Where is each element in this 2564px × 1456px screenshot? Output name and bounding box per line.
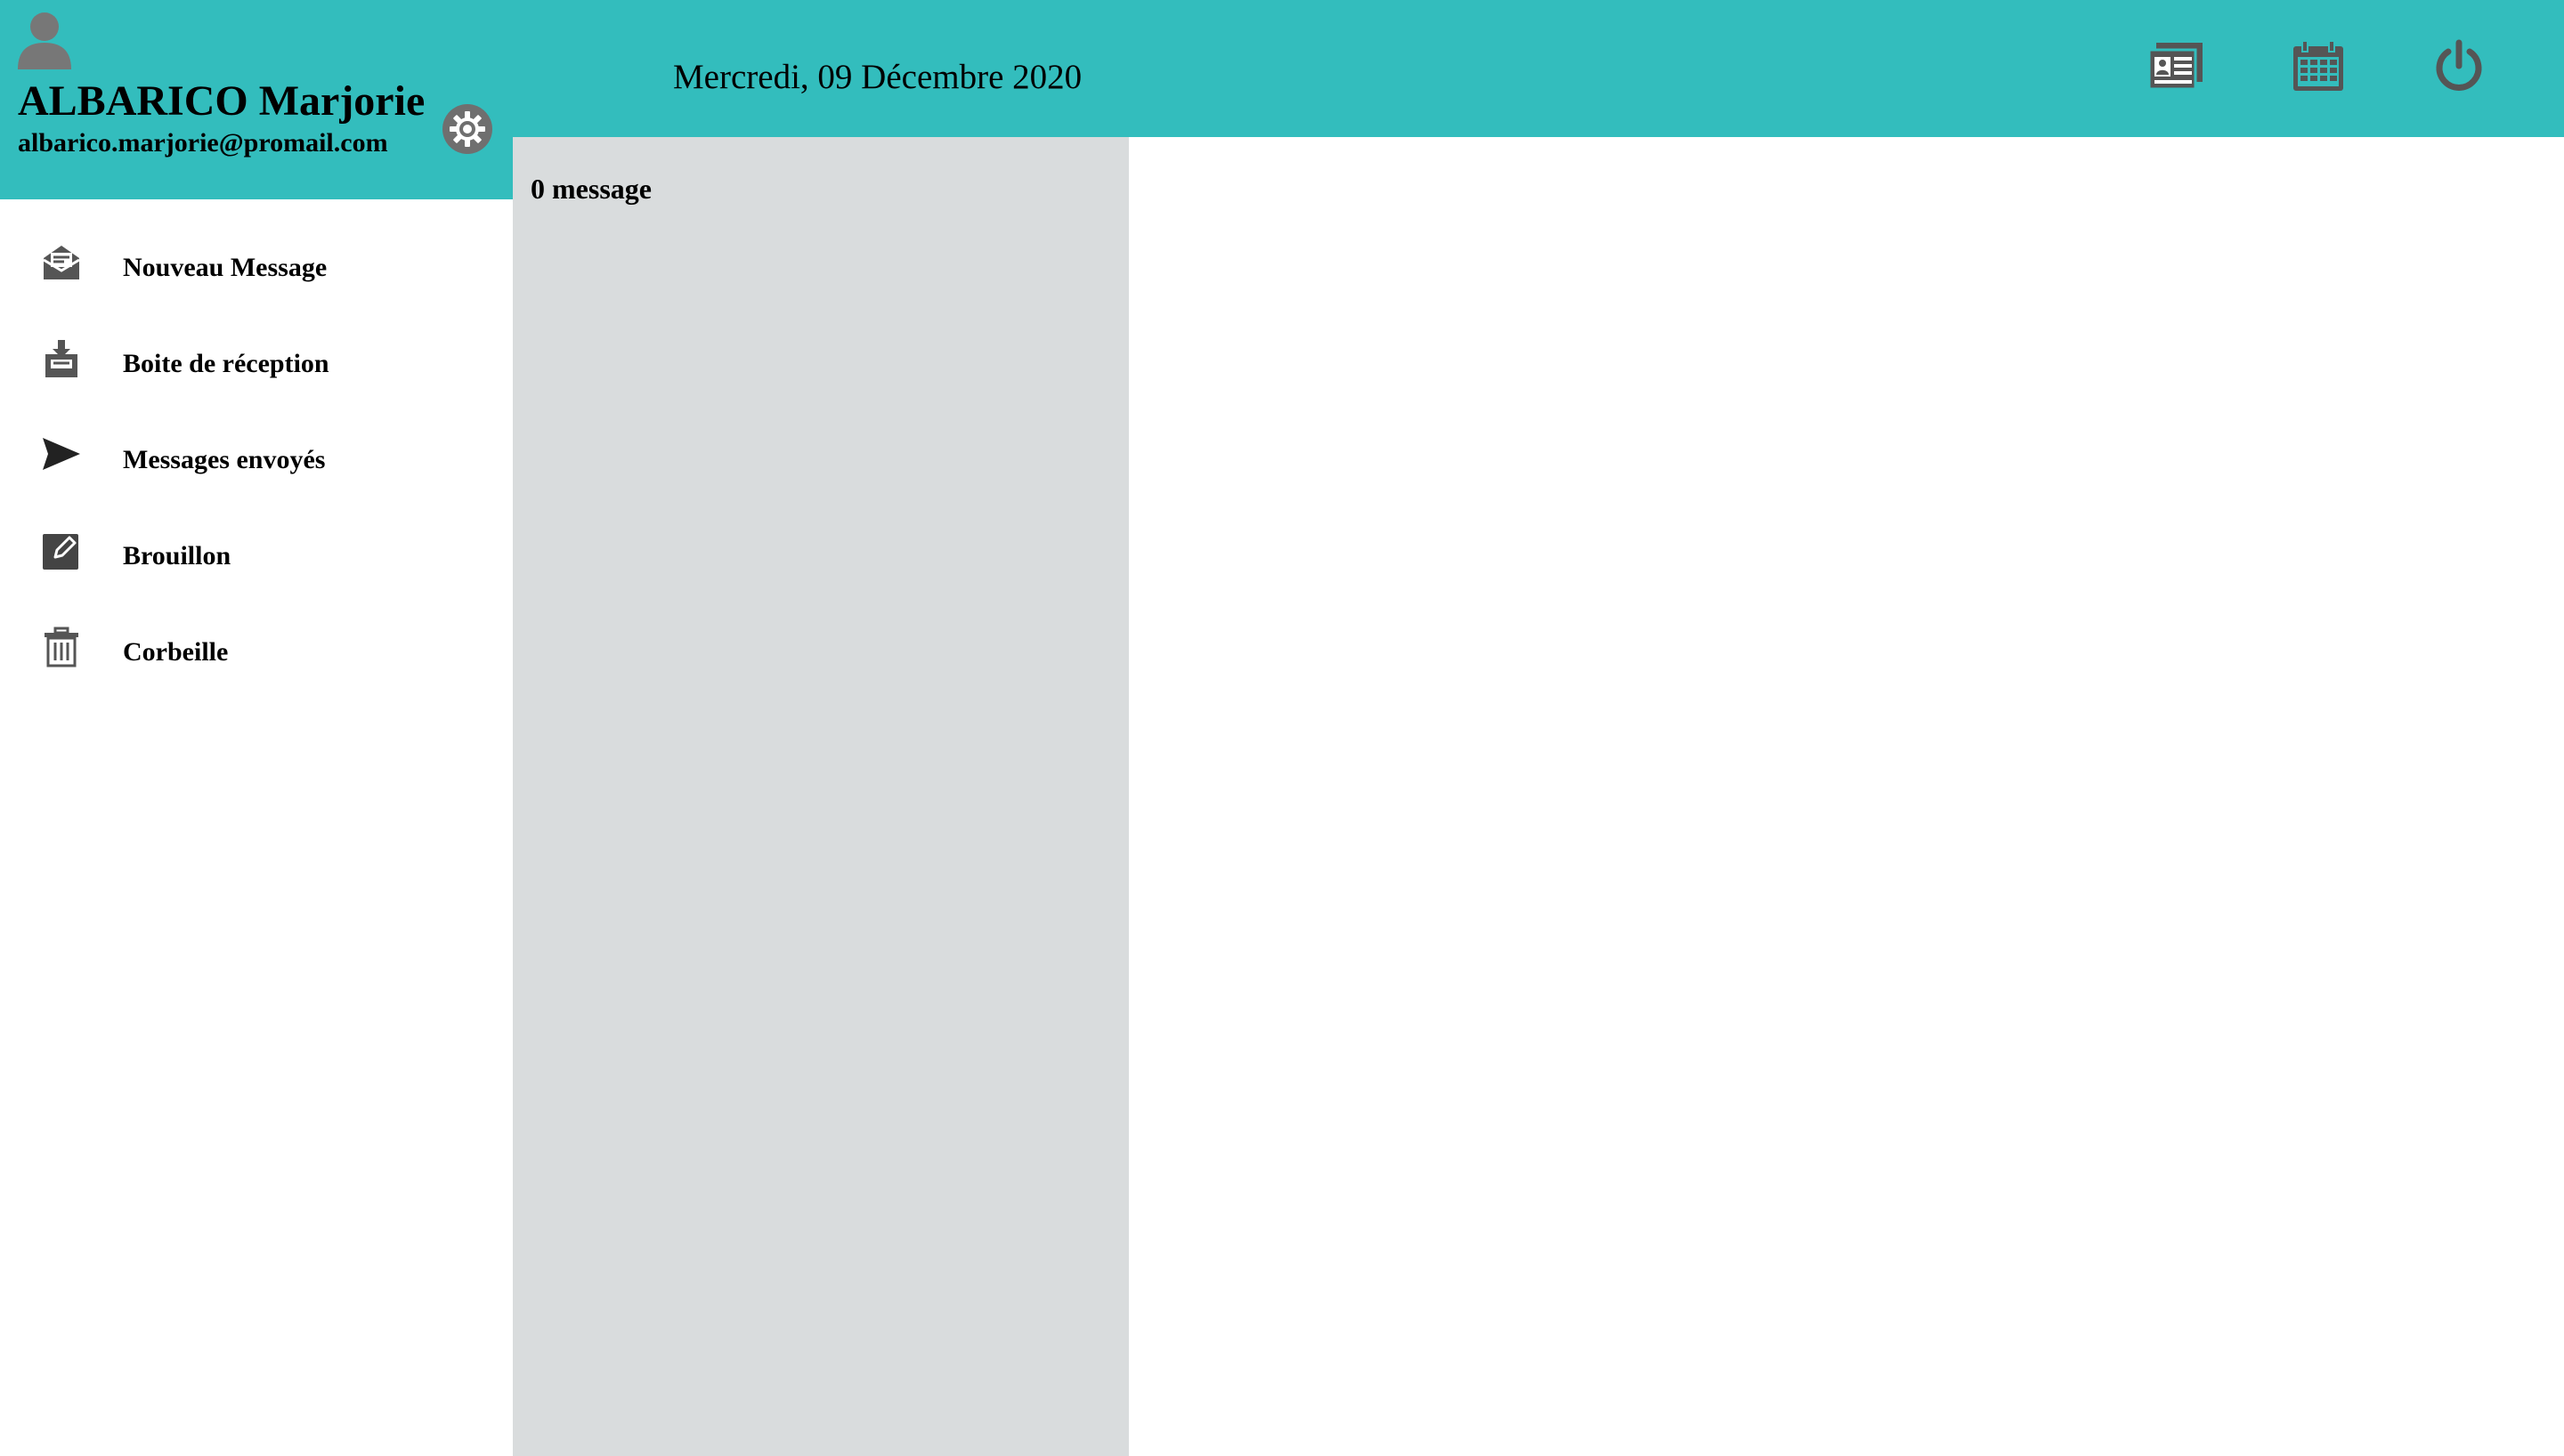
paper-plane-icon <box>43 438 80 470</box>
calendar-icon[interactable] <box>2290 39 2347 94</box>
inbox-tray-icon <box>45 340 77 377</box>
sidebar-item-new-message[interactable]: Nouveau Message <box>0 199 513 288</box>
sidebar-item-label: Corbeille <box>123 637 229 667</box>
sidebar-item-sent[interactable]: Messages envoyés <box>0 392 513 481</box>
message-count: 0 message <box>531 173 652 205</box>
settings-gear-icon[interactable] <box>442 103 493 155</box>
user-name: ALBARICO Marjorie <box>18 77 426 125</box>
current-date: Mercredi, 09 Décembre 2020 <box>673 58 1083 96</box>
user-email: albarico.marjorie@promail.com <box>18 128 388 158</box>
sidebar-item-trash[interactable]: Corbeille <box>0 584 513 673</box>
user-avatar-icon <box>18 12 71 69</box>
trash-icon <box>45 627 78 667</box>
sidebar-item-label: Brouillon <box>123 541 231 570</box>
contacts-card-icon[interactable] <box>2147 39 2204 94</box>
profile-panel: ALBARICO Marjorie albarico.marjorie@prom… <box>0 0 513 199</box>
open-envelope-icon <box>43 246 80 279</box>
sidebar-item-drafts[interactable]: Brouillon <box>0 488 513 577</box>
sidebar-item-label: Messages envoyés <box>123 445 326 474</box>
sidebar-item-label: Nouveau Message <box>123 253 328 282</box>
reading-pane <box>1129 137 2564 1456</box>
message-list-panel: 0 message <box>513 137 1129 1456</box>
sidebar-item-label: Boite de réception <box>123 349 329 378</box>
sidebar-item-inbox[interactable]: Boite de réception <box>0 295 513 384</box>
edit-square-icon <box>43 534 78 570</box>
power-icon[interactable] <box>2430 39 2487 94</box>
